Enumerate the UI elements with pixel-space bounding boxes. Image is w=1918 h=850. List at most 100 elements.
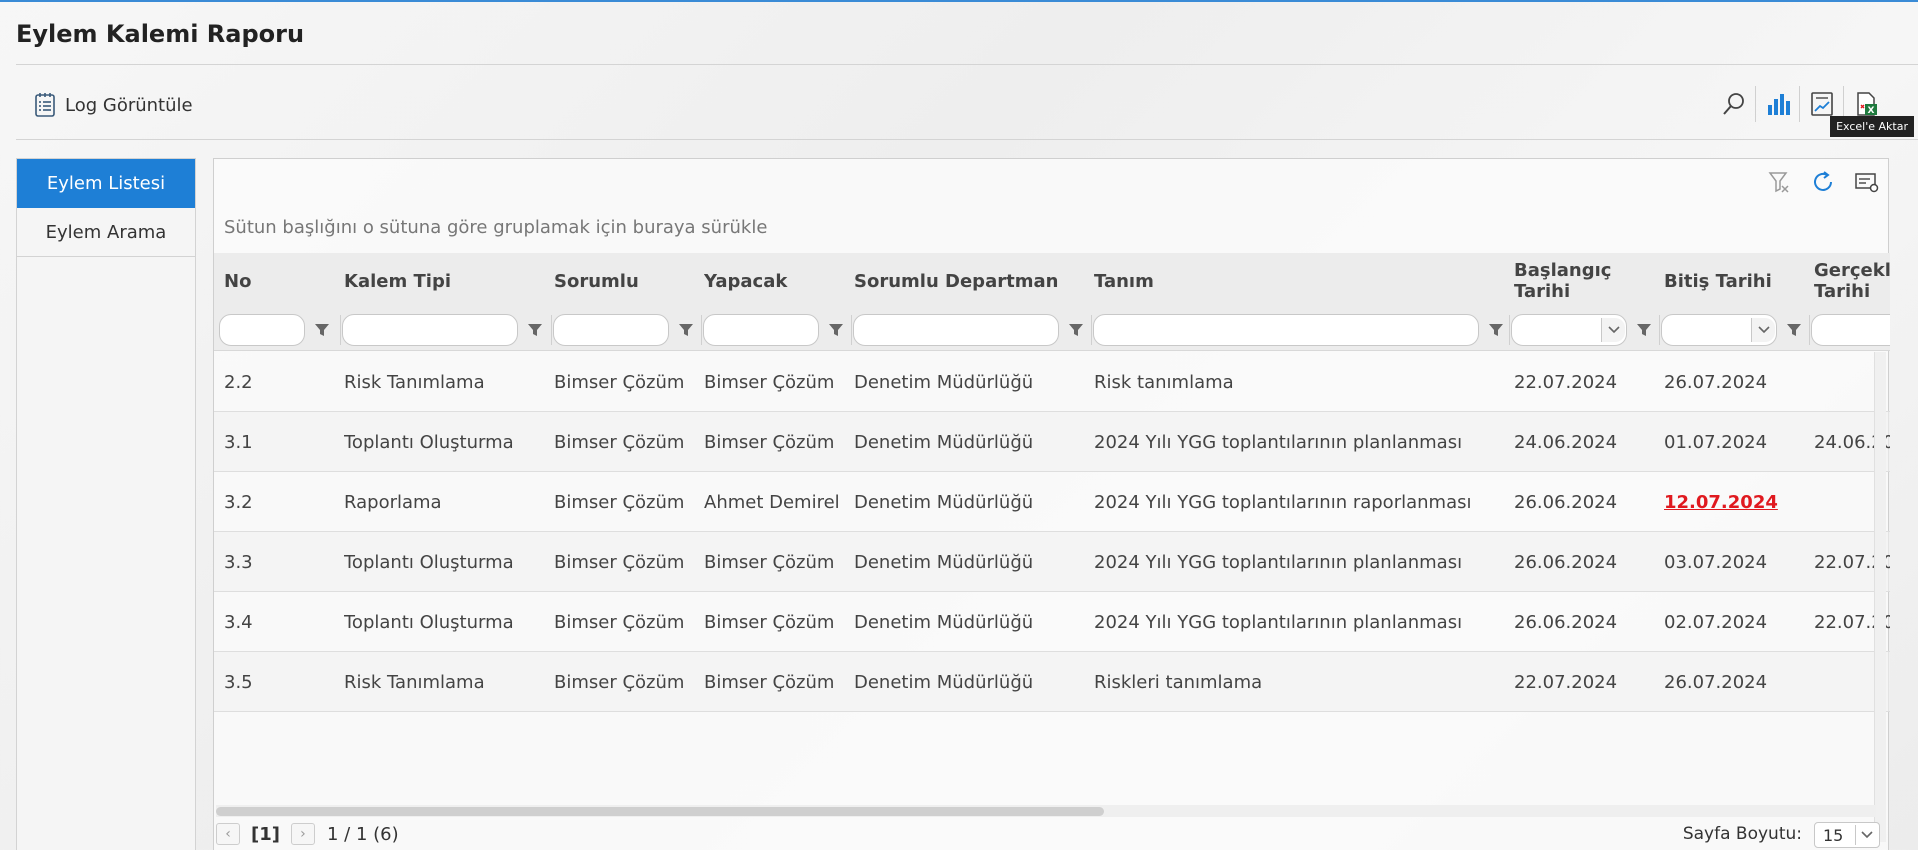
horizontal-scrollbar[interactable] xyxy=(216,805,1876,817)
sidebar-item-eylem-arama[interactable]: Eylem Arama xyxy=(17,208,195,257)
filter-input-no[interactable] xyxy=(219,314,305,346)
previous-page-button[interactable]: ‹ xyxy=(216,823,240,845)
cell-no: 2.2 xyxy=(224,371,253,393)
column-header-baslangic-tarihi[interactable]: Başlangıç Tarihi xyxy=(1514,253,1654,309)
next-page-button[interactable]: › xyxy=(290,823,315,845)
cell-departman: Denetim Müdürlüğü xyxy=(854,491,1034,513)
cell-baslangic: 26.06.2024 xyxy=(1514,551,1618,573)
date-dropdown-button[interactable] xyxy=(1601,318,1625,342)
svg-text:X: X xyxy=(1868,106,1875,116)
filter-icon[interactable] xyxy=(827,321,845,339)
chevron-left-icon: ‹ xyxy=(225,826,231,842)
column-header-tanim[interactable]: Tanım xyxy=(1094,253,1494,309)
group-by-hint: Sütun başlığını o sütuna göre gruplamak … xyxy=(224,217,768,238)
page-size-dropdown-button[interactable] xyxy=(1855,825,1877,845)
filter-icon[interactable] xyxy=(1785,321,1803,339)
vertical-scrollbar[interactable] xyxy=(1874,352,1886,842)
cell-tanim: Risk tanımlama xyxy=(1094,371,1234,393)
filter-icon[interactable] xyxy=(526,321,544,339)
grid-tools xyxy=(1764,167,1882,197)
sidebar-item-eylem-listesi[interactable]: Eylem Listesi xyxy=(17,159,195,208)
cell-kalem-tipi: Risk Tanımlama xyxy=(344,371,485,393)
cell-no: 3.2 xyxy=(224,491,253,513)
chart-button[interactable] xyxy=(1756,86,1800,122)
column-divider xyxy=(1659,315,1660,345)
current-page[interactable]: [1] xyxy=(251,824,280,845)
filter-icon[interactable] xyxy=(313,321,331,339)
cell-kalem-tipi: Raporlama xyxy=(344,491,442,513)
table-row[interactable]: 3.5 Risk Tanımlama Bimser Çözüm Bimser Çözü… xyxy=(214,652,1890,712)
table-row[interactable]: 3.3 Toplantı Oluşturma Bimser Çözüm Bimser … xyxy=(214,532,1890,592)
table-row[interactable]: 3.2 Raporlama Bimser Çözüm Ahmet Demirel Den… xyxy=(214,472,1890,532)
cell-bitis: 26.07.2024 xyxy=(1664,371,1768,393)
column-divider xyxy=(551,315,552,345)
page-size-select[interactable]: 15 xyxy=(1814,822,1880,848)
column-header-gerceklesme-tarihi[interactable]: Gerçekle Tarihi xyxy=(1814,253,1890,309)
cell-bitis: 12.07.2024 xyxy=(1664,491,1778,513)
page-summary: 1 / 1 (6) xyxy=(326,823,399,845)
column-header-kalem-tipi[interactable]: Kalem Tipi xyxy=(344,253,544,309)
cell-baslangic: 22.07.2024 xyxy=(1514,371,1618,393)
cell-yapacak: Bimser Çözüm xyxy=(704,431,835,453)
cell-sorumlu: Bimser Çözüm xyxy=(554,551,685,573)
filter-gerceklesme-tarihi xyxy=(1811,314,1890,346)
cell-bitis: 02.07.2024 xyxy=(1664,611,1768,633)
filter-icon[interactable] xyxy=(677,321,695,339)
refresh-button[interactable] xyxy=(1808,167,1838,197)
filter-row xyxy=(214,309,1890,351)
filter-input-gerceklesme-tarihi[interactable] xyxy=(1811,314,1890,346)
column-divider xyxy=(1809,315,1810,345)
date-dropdown-button[interactable] xyxy=(1751,318,1775,342)
column-settings-button[interactable] xyxy=(1852,167,1882,197)
log-view-button[interactable]: Log Görüntüle xyxy=(34,89,193,121)
filter-sorumlu-departman xyxy=(853,314,1091,346)
page-size-value: 15 xyxy=(1823,825,1844,845)
cell-baslangic: 24.06.2024 xyxy=(1514,431,1618,453)
cell-kalem-tipi: Toplantı Oluşturma xyxy=(344,611,514,633)
column-header-no[interactable]: No xyxy=(224,253,334,309)
cell-tanim: 2024 Yılı YGG toplantılarının planlanmas… xyxy=(1094,611,1463,633)
table-row[interactable]: 3.4 Toplantı Oluşturma Bimser Çözüm Bimser … xyxy=(214,592,1890,652)
cell-sorumlu: Bimser Çözüm xyxy=(554,671,685,693)
column-header-bitis-tarihi[interactable]: Bitiş Tarihi xyxy=(1664,253,1804,309)
sidebar: Eylem Listesi Eylem Arama xyxy=(16,158,196,850)
filter-input-sorumlu-departman[interactable] xyxy=(853,314,1059,346)
table-row[interactable]: 2.2 Risk Tanımlama Bimser Çözüm Bimser Çözü… xyxy=(214,352,1890,412)
search-button[interactable] xyxy=(1712,86,1756,122)
cell-no: 3.4 xyxy=(224,611,253,633)
cell-departman: Denetim Müdürlüğü xyxy=(854,671,1034,693)
filter-icon[interactable] xyxy=(1067,321,1085,339)
cell-kalem-tipi: Toplantı Oluşturma xyxy=(344,551,514,573)
cell-yapacak: Bimser Çözüm xyxy=(704,611,835,633)
cell-baslangic: 26.06.2024 xyxy=(1514,611,1618,633)
horizontal-scrollbar-thumb[interactable] xyxy=(216,807,1104,816)
cell-departman: Denetim Müdürlüğü xyxy=(854,611,1034,633)
cell-sorumlu: Bimser Çözüm xyxy=(554,371,685,393)
filter-input-yapacak[interactable] xyxy=(703,314,819,346)
column-header-sorumlu[interactable]: Sorumlu xyxy=(554,253,694,309)
filter-kalem-tipi xyxy=(342,314,550,346)
page-title: Eylem Kalemi Raporu xyxy=(16,20,305,48)
filter-icon[interactable] xyxy=(1635,321,1653,339)
log-list-icon xyxy=(35,93,55,117)
cell-bitis: 26.07.2024 xyxy=(1664,671,1768,693)
bar-chart-icon xyxy=(1767,94,1790,115)
cell-sorumlu: Bimser Çözüm xyxy=(554,431,685,453)
filter-input-sorumlu[interactable] xyxy=(553,314,669,346)
column-header-yapacak[interactable]: Yapacak xyxy=(704,253,844,309)
refresh-icon xyxy=(1814,171,1832,191)
filter-input-kalem-tipi[interactable] xyxy=(342,314,518,346)
column-divider xyxy=(701,315,702,345)
cell-yapacak: Bimser Çözüm xyxy=(704,551,835,573)
clear-filter-button[interactable] xyxy=(1764,167,1794,197)
column-divider xyxy=(340,315,341,345)
filter-input-tanim[interactable] xyxy=(1093,314,1479,346)
excel-export-icon: X xyxy=(1857,92,1877,116)
table-row[interactable]: 3.1 Toplantı Oluşturma Bimser Çözüm Bimser … xyxy=(214,412,1890,472)
cell-tanim: 2024 Yılı YGG toplantılarının raporlanma… xyxy=(1094,491,1472,513)
column-header-sorumlu-departman[interactable]: Sorumlu Departman xyxy=(854,253,1084,309)
filter-icon[interactable] xyxy=(1487,321,1505,339)
chevron-down-icon xyxy=(1757,326,1770,334)
cell-bitis: 01.07.2024 xyxy=(1664,431,1768,453)
chevron-down-icon xyxy=(1860,831,1873,839)
